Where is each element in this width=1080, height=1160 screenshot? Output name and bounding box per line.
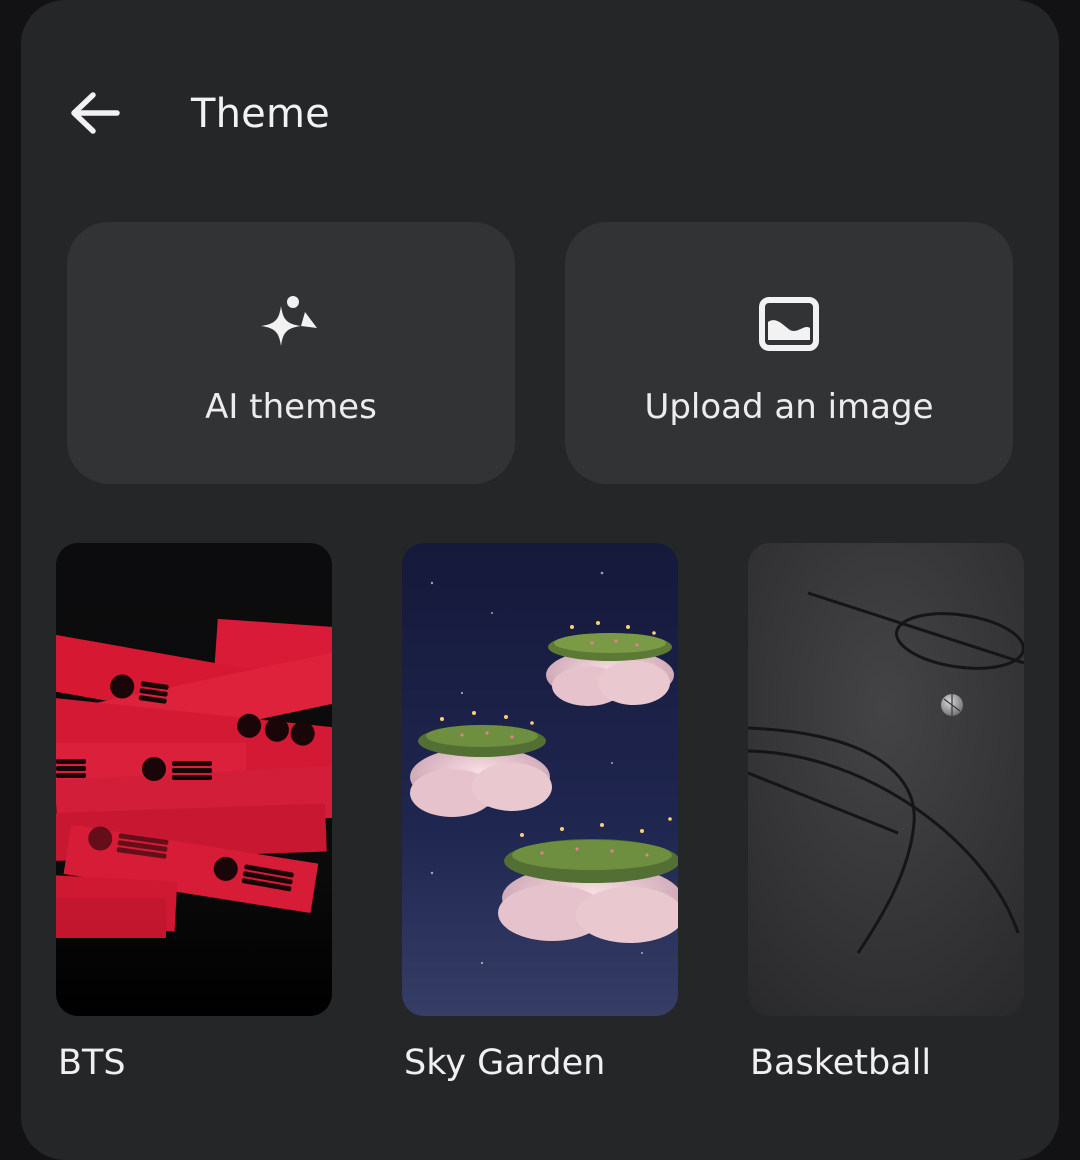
- upload-image-label: Upload an image: [644, 387, 934, 427]
- ai-themes-label: AI themes: [205, 387, 377, 427]
- sky-garden-thumbnail: [402, 543, 678, 1016]
- ai-themes-button[interactable]: AI themes: [67, 222, 515, 484]
- upload-image-button[interactable]: Upload an image: [565, 222, 1013, 484]
- page-title: Theme: [191, 91, 330, 137]
- theme-card-basketball[interactable]: Basketball: [748, 543, 1024, 1083]
- sparkle-icon: [259, 292, 323, 356]
- theme-card-bts[interactable]: BTS: [56, 543, 332, 1083]
- back-button[interactable]: [65, 88, 125, 142]
- image-icon: [757, 292, 821, 356]
- basketball-thumbnail: [748, 543, 1024, 1016]
- theme-panel: Theme AI themes Upload an image BTS Sky …: [21, 0, 1059, 1160]
- theme-name-basketball: Basketball: [750, 1043, 932, 1083]
- theme-card-sky-garden[interactable]: Sky Garden: [402, 543, 678, 1083]
- arrow-left-icon: [69, 91, 121, 139]
- theme-name-sky-garden: Sky Garden: [404, 1043, 606, 1083]
- theme-name-bts: BTS: [58, 1043, 126, 1083]
- header: Theme: [21, 70, 1059, 160]
- bts-thumbnail: [56, 543, 332, 1016]
